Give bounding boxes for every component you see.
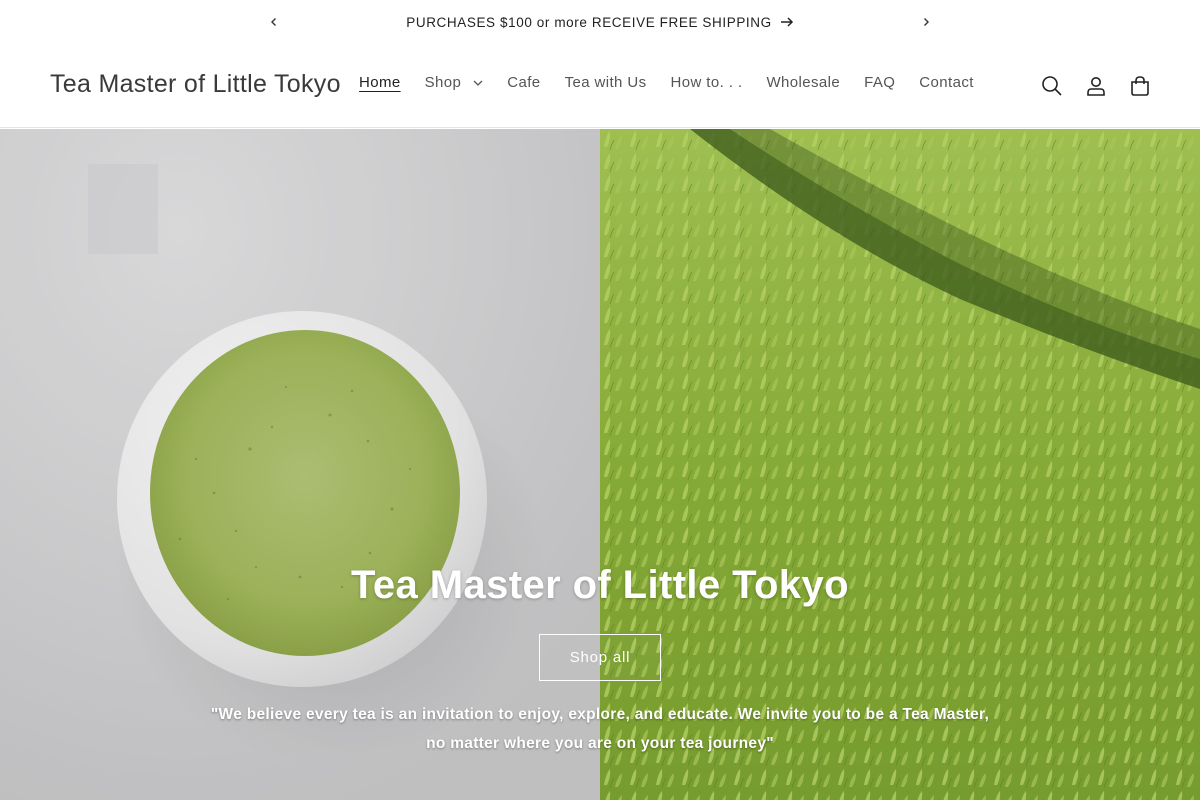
nav-item-contact[interactable]: Contact [907,74,986,91]
search-icon [1042,76,1062,96]
account-icon [1087,77,1105,96]
header-icons [1030,72,1162,100]
cart-icon [1131,76,1149,96]
site-logo[interactable]: Tea Master of Little Tokyo [50,70,341,99]
announcement-bar: PURCHASES $100 or more RECEIVE FREE SHIP… [0,0,1200,44]
hero-content: Tea Master of Little Tokyo Shop all "We … [0,129,1200,800]
nav-item-wholesale[interactable]: Wholesale [754,74,852,91]
site-header: Tea Master of Little Tokyo Home Shop Caf… [0,44,1200,128]
chevron-down-icon [473,80,483,86]
cart-button[interactable] [1118,72,1162,100]
search-button[interactable] [1030,72,1074,100]
chevron-right-icon [924,18,929,26]
chevron-left-icon [271,18,276,26]
hero-banner: Tea Master of Little Tokyo Shop all "We … [0,129,1200,800]
account-button[interactable] [1074,72,1118,100]
nav-item-label: Shop [424,74,462,91]
nav-item-tea-with-us[interactable]: Tea with Us [553,74,659,91]
shop-all-button[interactable]: Shop all [539,634,661,681]
announcement-link[interactable]: PURCHASES $100 or more RECEIVE FREE SHIP… [300,0,900,44]
hero-title: Tea Master of Little Tokyo [351,563,849,607]
arrow-right-icon [780,17,793,27]
next-announcement-button[interactable] [916,12,936,32]
nav-item-how-to[interactable]: How to. . . [659,74,755,91]
hero-quote: "We believe every tea is an invitation t… [210,706,990,752]
nav-item-faq[interactable]: FAQ [852,74,907,91]
previous-announcement-button[interactable] [264,12,284,32]
announcement-text: PURCHASES $100 or more RECEIVE FREE SHIP… [406,14,772,30]
nav-item-cafe[interactable]: Cafe [495,74,552,91]
nav-item-home[interactable]: Home [347,74,413,91]
nav-item-shop[interactable]: Shop [413,74,496,91]
main-nav: Home Shop Cafe Tea with Us How to. . . W… [347,74,986,91]
